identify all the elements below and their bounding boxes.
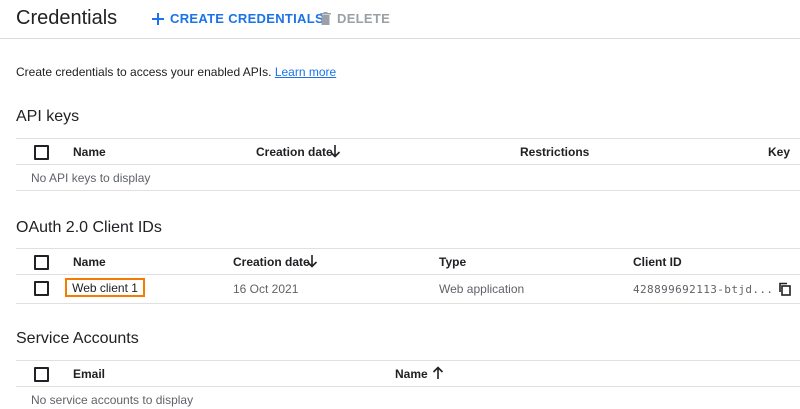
delete-label: DELETE <box>337 11 391 26</box>
trash-icon <box>320 12 331 25</box>
col-restrictions: Restrictions <box>520 145 590 159</box>
copy-icon[interactable] <box>778 282 792 296</box>
service-accounts-title: Service Accounts <box>16 330 139 347</box>
learn-more-link[interactable]: Learn more <box>275 65 336 79</box>
client-name-link[interactable]: Web client 1 <box>65 278 145 297</box>
client-type: Web application <box>439 282 525 296</box>
arrow-up-icon[interactable] <box>432 366 444 380</box>
top-bar <box>0 0 800 39</box>
arrow-down-icon[interactable] <box>306 254 318 268</box>
divider <box>16 303 800 304</box>
create-credentials-button[interactable]: CREATE CREDENTIALS <box>152 11 324 26</box>
col-name[interactable]: Name <box>73 255 106 269</box>
col-creation-date[interactable]: Creation date <box>256 145 333 159</box>
divider <box>16 386 800 387</box>
divider <box>16 138 800 139</box>
service-accounts-empty-message: No service accounts to display <box>31 393 194 407</box>
service-accounts-select-all-checkbox[interactable] <box>34 367 49 382</box>
oauth-select-all-checkbox[interactable] <box>34 255 49 270</box>
divider <box>16 190 800 191</box>
col-type: Type <box>439 255 467 269</box>
oauth-title: OAuth 2.0 Client IDs <box>16 219 162 236</box>
client-creation-date: 16 Oct 2021 <box>233 282 299 296</box>
col-name[interactable]: Name <box>395 367 428 381</box>
api-keys-title: API keys <box>16 108 80 125</box>
plus-icon <box>152 12 164 25</box>
client-name[interactable]: Web client 1 <box>72 281 138 295</box>
row-checkbox[interactable] <box>34 281 49 296</box>
col-name[interactable]: Name <box>73 145 106 159</box>
divider <box>16 248 800 249</box>
col-client-id: Client ID <box>633 255 682 269</box>
divider <box>16 274 800 275</box>
create-credentials-label: CREATE CREDENTIALS <box>170 11 324 26</box>
col-creation-date[interactable]: Creation date <box>233 255 310 269</box>
col-key: Key <box>768 145 791 159</box>
arrow-down-icon[interactable] <box>329 144 341 158</box>
divider <box>16 360 800 361</box>
col-email[interactable]: Email <box>73 367 105 381</box>
intro-text: Create credentials to access your enable… <box>16 65 336 79</box>
page-title: Credentials <box>16 7 118 29</box>
delete-button[interactable]: DELETE <box>320 11 390 26</box>
divider <box>16 164 800 165</box>
api-keys-empty-message: No API keys to display <box>31 171 151 185</box>
intro-description: Create credentials to access your enable… <box>16 65 272 79</box>
api-keys-select-all-checkbox[interactable] <box>34 145 49 160</box>
client-id-value: 428899692113-btjd... <box>633 283 774 296</box>
